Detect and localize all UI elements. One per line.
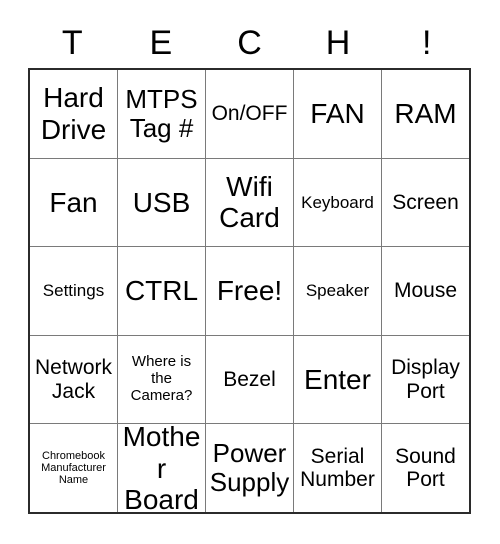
bingo-cell-label: Keyboard [301,192,374,212]
bingo-cell[interactable]: Mouse [382,247,469,335]
bingo-cell[interactable]: Display Port [382,336,469,424]
bingo-cell[interactable]: RAM [382,70,469,158]
bingo-cell-label: Fan [49,186,98,218]
bingo-cell[interactable]: Chromebook Manufacturer Name [30,424,118,512]
bingo-cell[interactable]: Keyboard [294,158,382,247]
bingo-cell-label: Mother Board [122,424,201,512]
bingo-cell[interactable]: On/OFF [206,70,294,158]
bingo-cell[interactable]: Network Jack [30,335,118,424]
bingo-cell[interactable]: Speaker [294,247,382,335]
bingo-cell-label: CTRL [124,275,199,307]
bingo-row: Chromebook Manufacturer Name Mother Boar… [30,424,469,512]
bingo-cell[interactable]: Settings [30,247,118,335]
header-letter-4: H [325,24,351,62]
bingo-cell-label: Display Port [391,356,460,403]
bingo-cell-label: FAN [310,98,365,130]
bingo-cell-label: RAM [394,98,457,130]
bingo-cell-label: Settings [42,281,105,301]
bingo-cell[interactable]: USB [118,158,206,247]
bingo-cell[interactable]: CTRL [118,247,206,335]
bingo-row: Settings CTRL Free! Speaker Mouse [30,247,469,336]
bingo-cell[interactable]: Power Supply [206,424,294,512]
bingo-cell[interactable]: Fan [30,158,118,247]
bingo-cell-label: Enter [304,363,371,395]
bingo-cell[interactable]: Where is the Camera? [118,335,206,424]
bingo-cell[interactable]: Enter [294,335,382,424]
bingo-header: T E C H ! [28,18,471,68]
bingo-cell[interactable]: FAN [294,70,382,158]
bingo-cell-label: Hard Drive [40,82,107,145]
bingo-cell-label: Power Supply [209,438,290,498]
bingo-cell-label: Speaker [305,281,370,301]
bingo-cell[interactable]: Hard Drive [30,70,118,158]
bingo-grid: Hard Drive MTPS Tag # On/OFF FAN RAM Fan… [28,68,471,514]
bingo-cell-label: Bezel [223,367,276,391]
bingo-cell-label: USB [132,186,191,218]
bingo-cell-label: Sound Port [395,444,456,492]
bingo-cell-label: Screen [392,190,459,214]
bingo-cell-free[interactable]: Free! [206,247,294,335]
bingo-row: Hard Drive MTPS Tag # On/OFF FAN RAM [30,70,469,159]
header-letter-5: ! [421,24,432,62]
header-letter-2: E [149,24,173,62]
bingo-cell[interactable]: Bezel [206,335,294,424]
bingo-cell-label: Chromebook Manufacturer Name [41,449,106,487]
bingo-cell[interactable]: Mother Board [118,424,206,512]
bingo-cell[interactable]: Sound Port [382,424,469,512]
bingo-cell-label: Mouse [393,279,458,303]
bingo-cell[interactable]: Serial Number [294,424,382,512]
bingo-cell[interactable]: Screen [382,159,469,247]
header-letter-1: T [61,24,83,62]
header-letter-3: C [237,24,262,62]
bingo-cell-label: Where is the Camera? [130,353,193,404]
bingo-cell[interactable]: MTPS Tag # [118,70,206,158]
bingo-row: Fan USB Wifi Card Keyboard Screen [30,158,469,248]
bingo-cell-label: MTPS Tag # [125,83,198,143]
bingo-cell[interactable]: Wifi Card [206,158,294,247]
bingo-card: T E C H ! Hard Drive MTPS Tag # On/OFF F… [0,0,500,544]
bingo-cell-label: Wifi Card [219,171,280,234]
bingo-cell-label: Network Jack [34,356,113,403]
bingo-row: Network Jack Where is the Camera? Bezel … [30,335,469,425]
bingo-cell-label: On/OFF [211,102,288,126]
bingo-cell-label: Free! [216,275,283,307]
bingo-cell-label: Serial Number [300,444,375,492]
